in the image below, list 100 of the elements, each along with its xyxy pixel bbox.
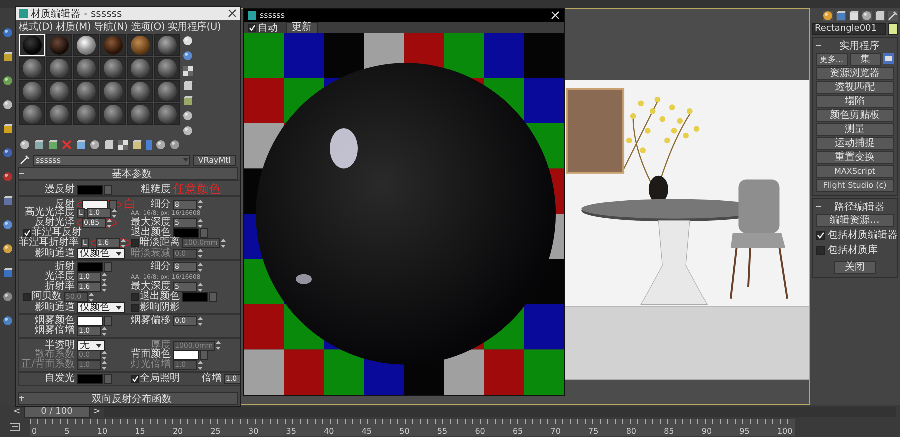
time-slider-handle[interactable]: 0 / 100 — [24, 406, 90, 418]
checkbox[interactable] — [816, 246, 825, 254]
sets-button[interactable]: 集 — [850, 53, 881, 66]
menu-item[interactable]: 选项(O) — [130, 20, 165, 34]
object-color-swatch[interactable] — [888, 23, 898, 35]
spinner-arrows-icon[interactable] — [198, 360, 203, 370]
checkbox[interactable] — [131, 304, 139, 312]
cube-icon[interactable] — [2, 52, 12, 62]
cube-icon[interactable] — [875, 11, 885, 21]
more-button[interactable]: 更多... — [816, 53, 848, 66]
color-swatch[interactable] — [82, 200, 108, 210]
sphere-icon[interactable] — [2, 292, 12, 302]
spinner-arrows-icon[interactable] — [198, 262, 203, 272]
sphere-icon[interactable] — [183, 126, 193, 136]
cube-icon[interactable] — [183, 81, 193, 91]
checkbox[interactable] — [131, 293, 139, 301]
spinner-arrows-icon[interactable] — [198, 200, 203, 209]
menu-item[interactable]: 材质(M) — [56, 20, 91, 34]
spinner-arrows-icon[interactable] — [220, 238, 226, 248]
spinner-arrows-icon[interactable] — [89, 292, 94, 302]
spinner-arrows-icon[interactable] — [112, 208, 117, 218]
collapse-icon[interactable] — [19, 172, 24, 176]
close-icon[interactable] — [228, 9, 237, 18]
sphere-icon[interactable] — [2, 220, 12, 230]
sphere-icon[interactable] — [2, 172, 12, 182]
spinner-arrows-icon[interactable] — [102, 326, 107, 336]
checkbox[interactable] — [23, 229, 31, 237]
expand-icon[interactable] — [19, 396, 24, 401]
spinner-arrows-icon[interactable] — [102, 350, 107, 360]
checkbox[interactable] — [131, 375, 139, 383]
sphere-icon[interactable] — [183, 111, 193, 121]
sphere-icon[interactable] — [862, 11, 872, 21]
sphere-icon[interactable] — [90, 140, 100, 150]
utility-button[interactable]: 测量 — [816, 123, 894, 136]
sphere-icon[interactable] — [823, 11, 833, 21]
sphere-icon[interactable] — [183, 51, 193, 61]
previous-frame-button[interactable]: < — [12, 407, 22, 417]
spinner-arrows-icon[interactable] — [216, 341, 222, 350]
menu-item[interactable]: 模式(D) — [19, 20, 54, 34]
utility-button[interactable]: MAXScript — [816, 165, 894, 178]
color-swatch[interactable] — [173, 350, 199, 360]
color-swatch[interactable] — [77, 374, 103, 384]
sphere-icon[interactable] — [2, 148, 12, 158]
object-name-field[interactable]: Rectangle001 — [812, 23, 886, 35]
timeline-config-icon[interactable] — [10, 423, 20, 432]
cube-icon[interactable] — [836, 11, 846, 21]
checker-icon[interactable] — [118, 140, 128, 150]
next-frame-button[interactable]: > — [92, 407, 102, 417]
spinner-arrows-icon[interactable] — [102, 282, 107, 292]
color-swatch[interactable] — [182, 292, 208, 302]
configure-icon[interactable] — [883, 53, 894, 64]
utility-button[interactable]: 运动捕捉 — [816, 137, 894, 150]
rollout-header[interactable]: 基本参数 — [18, 167, 238, 180]
cube-icon[interactable] — [2, 124, 12, 134]
cube-icon[interactable] — [76, 140, 86, 150]
utility-button[interactable]: Flight Studio (c) — [816, 179, 894, 192]
utility-button[interactable]: 资源浏览器 — [816, 67, 894, 80]
cube-icon[interactable] — [2, 268, 12, 278]
sphere-icon[interactable] — [2, 76, 12, 86]
sphere-icon[interactable] — [2, 100, 12, 110]
sphere-icon[interactable] — [20, 140, 30, 150]
spinner-arrows-icon[interactable] — [107, 218, 112, 228]
cube-icon[interactable] — [104, 140, 114, 150]
utility-button[interactable]: 塌陷 — [816, 95, 894, 108]
frame-ruler[interactable]: 0 5 10 15 20 25 30 35 40 45 50 55 60 65 70 75 80 85 90 95 100 — [30, 419, 795, 436]
material-name-field[interactable]: ssssss — [33, 154, 190, 166]
rollout-header[interactable]: 双向反射分布函数 — [18, 392, 238, 405]
sphere-icon[interactable] — [183, 36, 193, 46]
color-swatch[interactable] — [173, 228, 199, 238]
material-slot[interactable] — [73, 34, 99, 56]
hammer-icon[interactable] — [888, 11, 898, 21]
spinner-arrows-icon[interactable] — [198, 218, 203, 228]
cube-icon[interactable] — [849, 11, 859, 21]
cube-icon[interactable] — [183, 96, 193, 106]
utility-button[interactable]: 透视匹配 — [816, 81, 894, 94]
checker-icon[interactable] — [183, 66, 193, 76]
checkbox[interactable] — [131, 239, 139, 247]
spinner-arrows-icon[interactable] — [198, 249, 203, 258]
update-button[interactable]: 更新 — [286, 22, 318, 34]
spinner-arrows-icon[interactable] — [198, 316, 203, 326]
menu-item[interactable]: 导航(N) — [94, 20, 128, 34]
sphere-icon[interactable] — [2, 316, 12, 326]
spinner-arrows-icon[interactable] — [102, 360, 107, 370]
collapse-icon[interactable] — [816, 205, 821, 209]
checkbox[interactable] — [816, 230, 825, 240]
material-type-button[interactable]: VRayMtl — [193, 154, 236, 166]
spinner-arrows-icon[interactable] — [198, 282, 203, 292]
checkbox[interactable] — [23, 293, 31, 301]
eyedropper-icon[interactable] — [20, 155, 30, 165]
cube-icon[interactable] — [2, 196, 12, 206]
cube-icon[interactable] — [48, 140, 58, 150]
time-slider-track[interactable] — [104, 407, 896, 417]
checkbox[interactable] — [248, 24, 256, 32]
color-swatch[interactable] — [77, 262, 103, 272]
cube-icon[interactable] — [132, 140, 142, 150]
close-button[interactable]: 关闭 — [834, 261, 876, 274]
menu-item[interactable]: 实用程序(U) — [168, 20, 221, 34]
color-swatch[interactable] — [77, 316, 103, 326]
utility-button[interactable]: 重置变换 — [816, 151, 894, 164]
edit-resources-button[interactable]: 编辑资源... — [816, 214, 894, 227]
